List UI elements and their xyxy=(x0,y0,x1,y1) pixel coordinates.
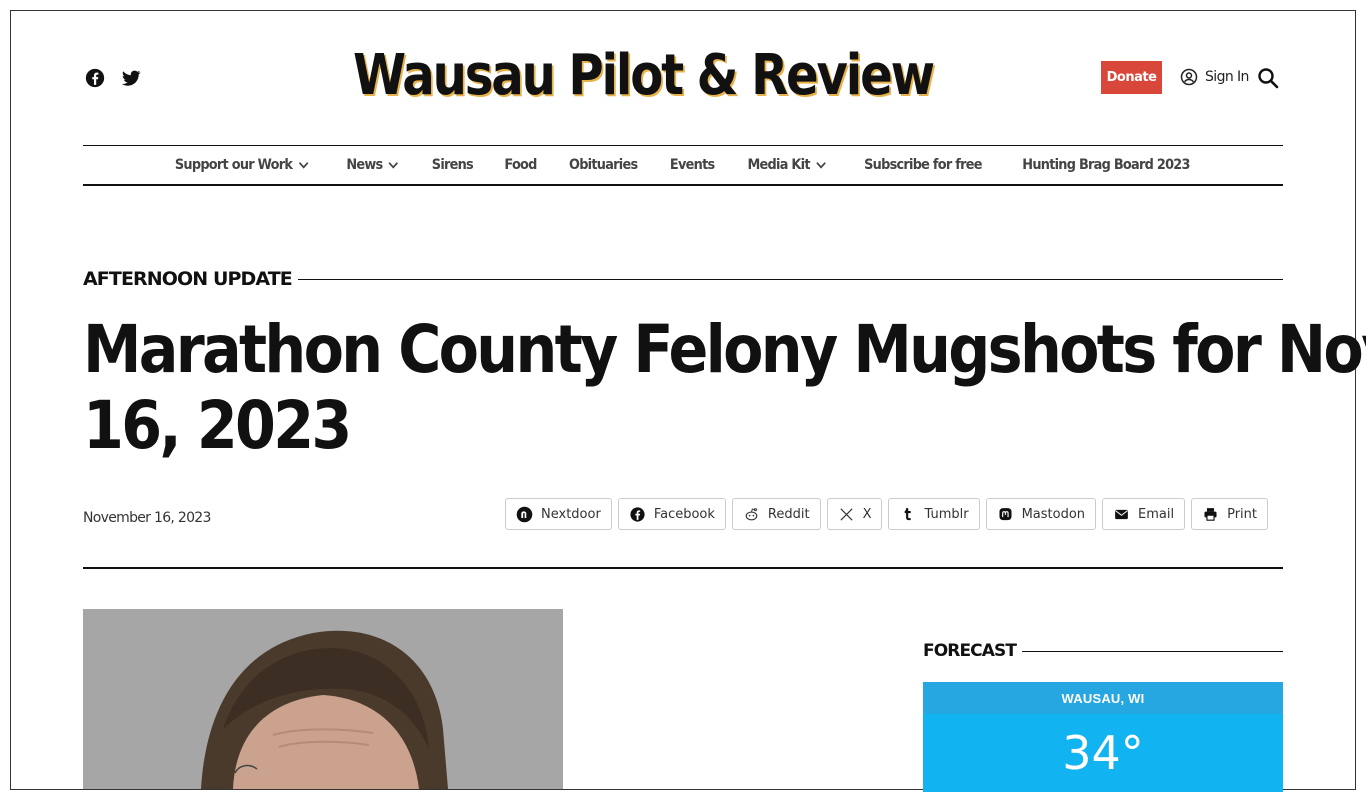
reddit-icon xyxy=(745,507,758,520)
mugshot-photo xyxy=(83,609,563,789)
share-mastodon-button[interactable]: Mastodon xyxy=(985,498,1097,530)
share-nextdoor-button[interactable]: Nextdoor xyxy=(505,498,612,530)
email-icon xyxy=(1115,509,1128,519)
tumblr-icon xyxy=(905,507,912,520)
forecast-title: FORECAST xyxy=(923,641,1017,661)
share-label: Tumblr xyxy=(924,506,969,522)
share-tumblr-button[interactable]: Tumblr xyxy=(888,498,980,530)
nav-item-media-kit[interactable]: Media Kit xyxy=(748,157,828,173)
featured-mugshot-image xyxy=(83,609,563,789)
nav-item-label: Subscribe for free xyxy=(864,157,982,173)
share-x-button[interactable]: X xyxy=(826,498,883,530)
nav-item-sirens[interactable]: Sirens xyxy=(431,157,474,173)
nav-item-subscribe[interactable]: Subscribe for free xyxy=(864,157,982,173)
social-links xyxy=(84,67,142,89)
nav-item-news[interactable]: News xyxy=(346,157,400,173)
share-facebook-button[interactable]: Facebook xyxy=(617,498,726,530)
share-label: Facebook xyxy=(653,506,715,522)
nav-item-hunting-brag-board[interactable]: Hunting Brag Board 2023 xyxy=(1022,157,1190,173)
nav-item-label: Hunting Brag Board 2023 xyxy=(1022,157,1190,173)
chevron-down-icon xyxy=(388,162,398,169)
share-print-button[interactable]: Print xyxy=(1191,498,1268,530)
forecast-heading-row: FORECAST xyxy=(923,639,1283,663)
share-label: X xyxy=(862,506,872,522)
nav-item-support-our-work[interactable]: Support our Work xyxy=(175,157,310,173)
nav-item-label: Food xyxy=(503,157,537,173)
weather-widget[interactable]: WAUSAU, WI 34° xyxy=(923,682,1283,792)
nav-item-food[interactable]: Food xyxy=(503,157,537,173)
share-buttons: Nextdoor Facebook Reddit X Tumblr Mastod… xyxy=(505,498,1268,530)
facebook-icon[interactable] xyxy=(84,67,106,89)
nav-item-label: Sirens xyxy=(431,157,474,173)
nav-item-label: News xyxy=(345,157,383,173)
nav-item-obituaries[interactable]: Obituaries xyxy=(568,157,638,173)
nav-item-events[interactable]: Events xyxy=(670,157,715,173)
share-label: Print xyxy=(1227,506,1257,522)
nav-item-label: Obituaries xyxy=(568,157,638,173)
donate-button[interactable]: Donate xyxy=(1101,61,1162,94)
share-label: Reddit xyxy=(767,506,810,522)
nav-item-label: Events xyxy=(669,157,715,173)
sign-in-link[interactable]: Sign In xyxy=(1180,66,1249,88)
article-kicker-row: AFTERNOON UPDATE xyxy=(83,266,1283,292)
article-headline: Marathon County Felony Mugshots for Nov.… xyxy=(83,312,1366,464)
share-label: Mastodon xyxy=(1021,506,1086,522)
print-icon xyxy=(1204,507,1217,521)
weather-temperature: 34° xyxy=(1062,726,1144,780)
twitter-icon[interactable] xyxy=(120,67,142,89)
article-header-divider xyxy=(83,567,1283,569)
nextdoor-icon xyxy=(516,506,533,522)
facebook-icon xyxy=(630,506,645,522)
share-email-button[interactable]: Email xyxy=(1102,498,1186,530)
headline-line-1: Marathon County Felony Mugshots for Nov. xyxy=(83,311,1366,388)
share-reddit-button[interactable]: Reddit xyxy=(731,498,821,530)
nav-item-label: Support our Work xyxy=(174,157,293,173)
sign-in-label: Sign In xyxy=(1205,69,1249,85)
share-label: Email xyxy=(1138,506,1175,522)
chevron-down-icon xyxy=(298,162,308,169)
search-icon[interactable] xyxy=(1256,66,1280,90)
x-icon xyxy=(840,507,853,521)
mastodon-icon xyxy=(999,507,1012,520)
share-label: Nextdoor xyxy=(541,506,601,522)
weather-location: WAUSAU, WI xyxy=(923,682,1283,714)
publish-date: November 16, 2023 xyxy=(83,510,211,526)
article-category-link[interactable]: AFTERNOON UPDATE xyxy=(83,268,293,290)
kicker-rule xyxy=(297,278,1283,280)
nav-item-label: Media Kit xyxy=(747,157,811,173)
forecast-rule xyxy=(1022,650,1283,652)
site-title[interactable]: Wausau Pilot & Review xyxy=(353,38,935,114)
user-icon xyxy=(1180,68,1198,86)
main-nav: Support our Work News Sirens Food Obitua… xyxy=(83,145,1283,186)
chevron-down-icon xyxy=(816,162,826,169)
headline-line-2: 16, 2023 xyxy=(83,387,352,464)
